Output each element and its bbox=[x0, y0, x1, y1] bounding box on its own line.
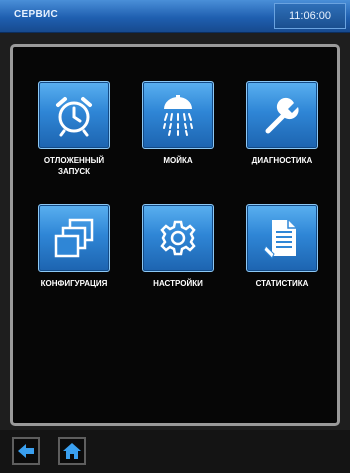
wash-tile[interactable]: МОЙКА bbox=[125, 81, 231, 166]
clock-display: 11:06:00 bbox=[274, 3, 346, 29]
settings-tile[interactable]: НАСТРОЙКИ bbox=[125, 204, 231, 289]
configuration-tile[interactable]: КОНФИГУРАЦИЯ bbox=[21, 204, 127, 289]
delayed-start-tile[interactable]: ОТЛОЖЕННЫЙ ЗАПУСК bbox=[21, 81, 127, 177]
wrench-icon bbox=[265, 97, 299, 134]
stacked-windows-icon bbox=[54, 218, 94, 258]
back-arrow-icon bbox=[18, 444, 34, 458]
bottom-nav-bar bbox=[0, 430, 350, 473]
statistics-tile[interactable]: СТАТИСТИКА bbox=[229, 204, 335, 289]
diagnostics-label: ДИАГНОСТИКА bbox=[251, 156, 313, 165]
home-button[interactable] bbox=[58, 437, 86, 465]
screen-title: СЕРВИС bbox=[14, 9, 58, 20]
diagnostics-tile[interactable]: ДИАГНОСТИКА bbox=[229, 81, 335, 166]
statistics-button[interactable] bbox=[246, 204, 318, 272]
statistics-label: СТАТИСТИКА bbox=[255, 279, 309, 288]
delayed-start-label: ОТЛОЖЕННЫЙ ЗАПУСК bbox=[43, 156, 105, 176]
alarm-clock-icon bbox=[56, 97, 92, 137]
document-icon bbox=[263, 220, 296, 259]
title-bar: СЕРВИС 11:06:00 bbox=[0, 0, 350, 33]
configuration-button[interactable] bbox=[38, 204, 110, 272]
shower-icon bbox=[163, 95, 193, 136]
delayed-start-button[interactable] bbox=[38, 81, 110, 149]
diagnostics-button[interactable] bbox=[246, 81, 318, 149]
settings-button[interactable] bbox=[142, 204, 214, 272]
configuration-label: КОНФИГУРАЦИЯ bbox=[40, 279, 108, 288]
gear-icon bbox=[160, 220, 196, 256]
service-menu-panel: ОТЛОЖЕННЫЙ ЗАПУСК МОЙКА ДИАГНОСТИКА КОНФ… bbox=[10, 44, 340, 426]
home-icon bbox=[63, 443, 81, 459]
back-button[interactable] bbox=[12, 437, 40, 465]
settings-label: НАСТРОЙКИ bbox=[153, 279, 203, 288]
wash-label: МОЙКА bbox=[163, 156, 193, 165]
wash-button[interactable] bbox=[142, 81, 214, 149]
